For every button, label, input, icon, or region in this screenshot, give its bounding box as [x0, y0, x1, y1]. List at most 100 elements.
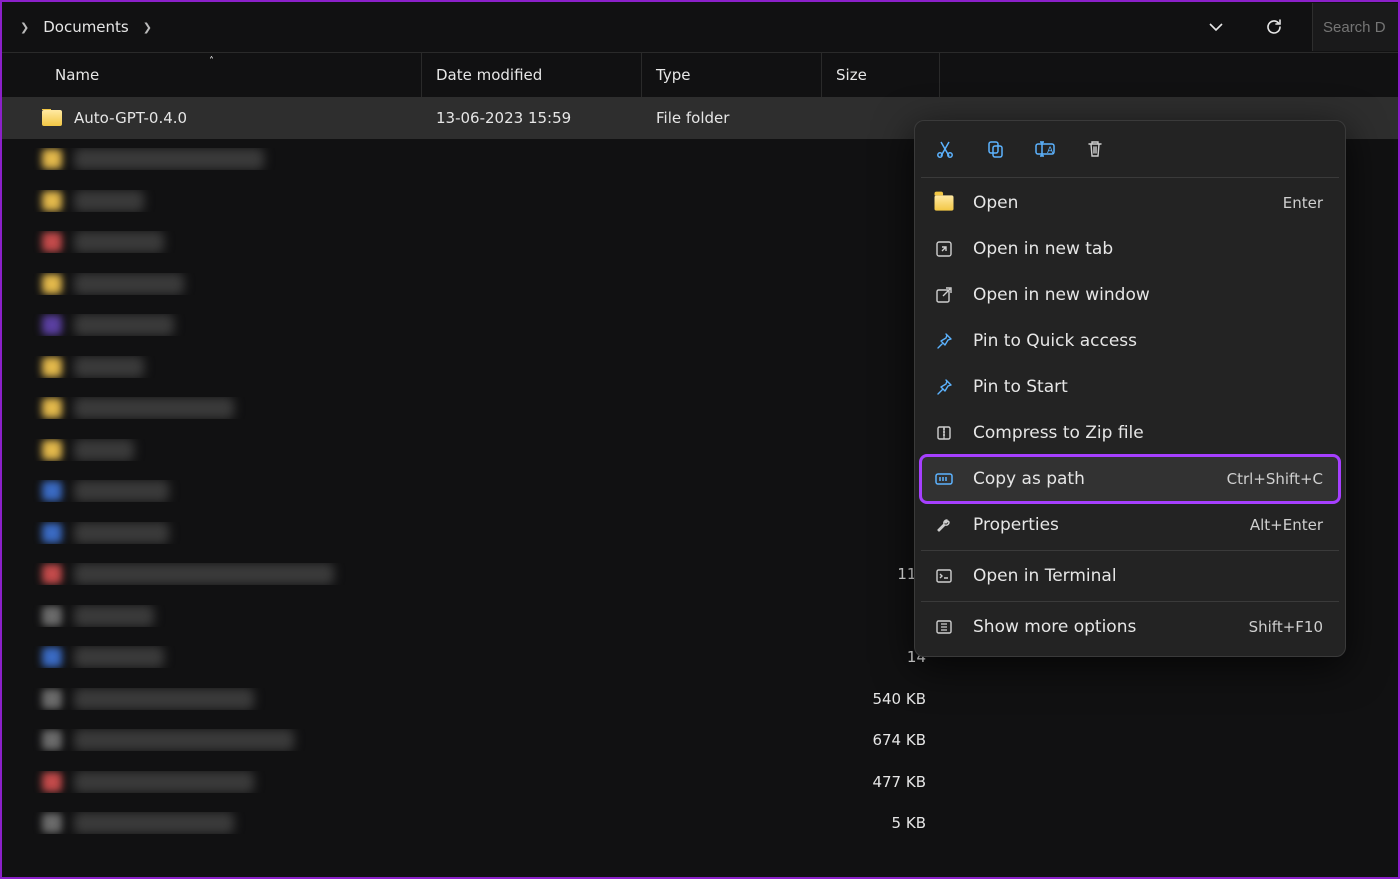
file-name-cell: [2, 190, 422, 212]
refresh-icon: [1265, 18, 1283, 36]
file-icon-blurred: [42, 523, 62, 543]
context-menu: A Open Enter Open in new tab Open in new…: [914, 120, 1346, 657]
context-menu-compress-zip[interactable]: Compress to Zip file: [921, 410, 1339, 456]
context-menu-quick-actions: A: [921, 127, 1339, 175]
context-menu-open-new-tab[interactable]: Open in new tab: [921, 226, 1339, 272]
file-name-blurred: [74, 522, 169, 544]
file-name-cell: [2, 356, 422, 378]
context-menu-open-tab-label: Open in new tab: [973, 239, 1323, 259]
open-new-tab-icon: [933, 238, 955, 260]
file-name-cell: [2, 563, 422, 585]
context-menu-copy-path-label: Copy as path: [973, 469, 1209, 489]
file-name-blurred: [74, 190, 144, 212]
file-size-cell: 477 KB: [822, 773, 940, 791]
context-menu-open-terminal[interactable]: Open in Terminal: [921, 553, 1339, 599]
file-icon-blurred: [42, 481, 62, 501]
file-row-blurred[interactable]: 674 KB: [2, 720, 1398, 762]
file-name-cell: [2, 646, 422, 668]
context-menu-separator: [921, 601, 1339, 602]
rename-icon: A: [1034, 139, 1056, 159]
file-row-blurred[interactable]: 5 KB: [2, 803, 1398, 845]
file-name-cell: [2, 688, 422, 710]
file-name-blurred: [74, 729, 294, 751]
column-headers: Name ˄ Date modified Type Size: [2, 52, 1398, 97]
context-menu-pin-quick-access[interactable]: Pin to Quick access: [921, 318, 1339, 364]
file-icon-blurred: [42, 232, 62, 252]
file-row-blurred[interactable]: 540 KB: [2, 678, 1398, 720]
context-menu-properties[interactable]: Properties Alt+Enter: [921, 502, 1339, 548]
wrench-icon: [933, 514, 955, 536]
file-icon-blurred: [42, 730, 62, 750]
column-header-size-label: Size: [836, 66, 867, 84]
context-menu-separator: [921, 177, 1339, 178]
file-name-blurred: [74, 605, 154, 627]
refresh-button[interactable]: [1254, 3, 1294, 51]
file-name-cell: [2, 273, 422, 295]
zip-icon: [933, 422, 955, 444]
context-menu-pin-start-label: Pin to Start: [973, 377, 1323, 397]
breadcrumb[interactable]: ❯ Documents ❯: [16, 14, 1186, 40]
column-header-type-label: Type: [656, 66, 690, 84]
file-name-blurred: [74, 688, 254, 710]
file-name-blurred: [74, 397, 234, 419]
context-menu-open[interactable]: Open Enter: [921, 180, 1339, 226]
file-icon-blurred: [42, 564, 62, 584]
chevron-right-icon: ❯: [16, 21, 33, 34]
file-name-cell: [2, 397, 422, 419]
file-name-blurred: [74, 356, 144, 378]
file-date-cell: 13-06-2023 15:59: [422, 109, 642, 127]
open-new-window-icon: [933, 284, 955, 306]
folder-open-icon: [933, 192, 955, 214]
file-type-cell: File folder: [642, 109, 822, 127]
file-name-cell: [2, 439, 422, 461]
column-header-type[interactable]: Type: [642, 53, 822, 97]
file-size-cell: 5 KB: [822, 814, 940, 832]
more-options-icon: [933, 616, 955, 638]
delete-button[interactable]: [1083, 137, 1107, 161]
file-icon-blurred: [42, 440, 62, 460]
search-input[interactable]: [1323, 19, 1388, 36]
context-menu-properties-shortcut: Alt+Enter: [1250, 516, 1323, 534]
context-menu-compress-label: Compress to Zip file: [973, 423, 1323, 443]
file-name-cell: [2, 148, 422, 170]
file-name-blurred: [74, 771, 254, 793]
file-name-cell: [2, 729, 422, 751]
cut-button[interactable]: [933, 137, 957, 161]
column-header-size[interactable]: Size: [822, 53, 940, 97]
address-bar-actions: [1196, 3, 1398, 51]
context-menu-copy-path-shortcut: Ctrl+Shift+C: [1227, 470, 1323, 488]
file-icon-blurred: [42, 274, 62, 294]
context-menu-open-new-window[interactable]: Open in new window: [921, 272, 1339, 318]
file-name-blurred: [74, 646, 164, 668]
file-name-blurred: [74, 480, 169, 502]
context-menu-terminal-label: Open in Terminal: [973, 566, 1323, 586]
column-header-name-label: Name: [55, 66, 99, 84]
file-icon-blurred: [42, 357, 62, 377]
file-icon-blurred: [42, 772, 62, 792]
column-header-name[interactable]: Name ˄: [2, 53, 422, 97]
copy-button[interactable]: [983, 137, 1007, 161]
rename-button[interactable]: A: [1033, 137, 1057, 161]
file-icon-blurred: [42, 647, 62, 667]
pin-icon: [933, 376, 955, 398]
file-size-cell: 674 KB: [822, 731, 940, 749]
file-name-cell: [2, 812, 422, 834]
history-dropdown-button[interactable]: [1196, 3, 1236, 51]
context-menu-separator: [921, 550, 1339, 551]
folder-icon: [42, 110, 62, 126]
file-row-blurred[interactable]: 477 KB: [2, 761, 1398, 803]
context-menu-pin-start[interactable]: Pin to Start: [921, 364, 1339, 410]
file-name-blurred: [74, 273, 184, 295]
column-header-date[interactable]: Date modified: [422, 53, 642, 97]
breadcrumb-location[interactable]: Documents: [41, 14, 131, 40]
context-menu-copy-as-path[interactable]: Copy as path Ctrl+Shift+C: [921, 456, 1339, 502]
file-name-cell: [2, 480, 422, 502]
context-menu-show-more[interactable]: Show more options Shift+F10: [921, 604, 1339, 650]
file-name-cell: [2, 231, 422, 253]
file-name-cell: [2, 314, 422, 336]
search-box[interactable]: [1312, 3, 1398, 51]
file-name-blurred: [74, 148, 264, 170]
pin-icon: [933, 330, 955, 352]
file-icon-blurred: [42, 315, 62, 335]
chevron-right-icon: ❯: [139, 21, 156, 34]
